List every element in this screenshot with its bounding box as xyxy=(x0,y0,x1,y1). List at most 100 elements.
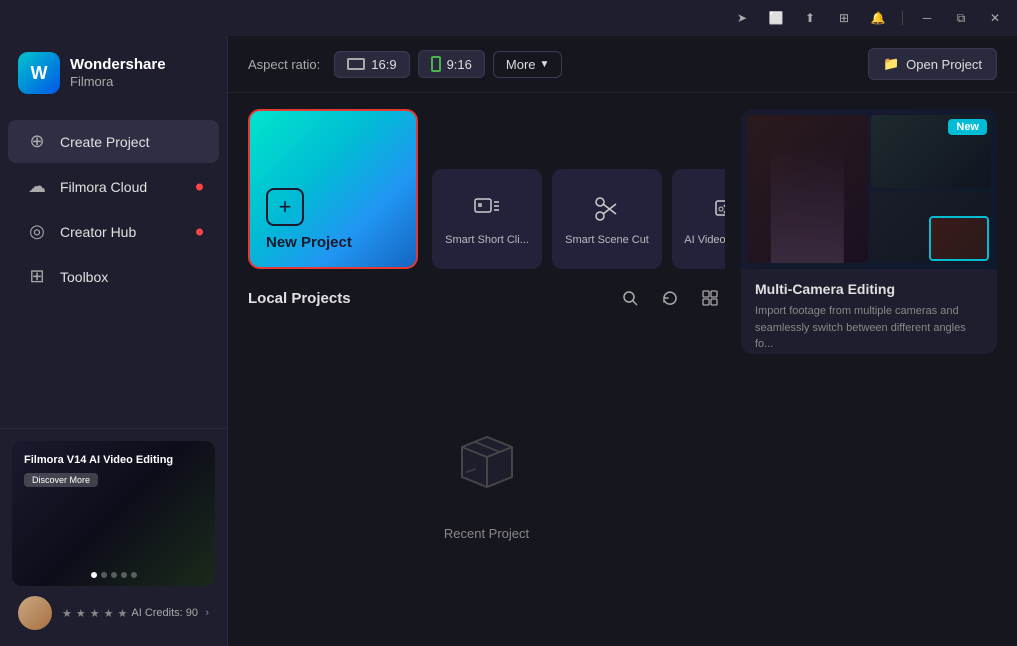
star-icon: ★ xyxy=(62,607,72,620)
cloud-upload-icon[interactable]: ⬆ xyxy=(796,4,824,32)
grid-icon[interactable]: ⊞ xyxy=(830,4,858,32)
ai-video-enhance-card[interactable]: AI Video Enhan... xyxy=(672,169,725,269)
sidebar: W Wondershare Filmora ⊕ Create Project ☁… xyxy=(0,36,228,646)
new-project-plus-icon: + xyxy=(266,188,304,226)
refresh-projects-button[interactable] xyxy=(655,283,685,313)
titlebar-separator xyxy=(902,11,903,25)
smart-short-clip-icon xyxy=(469,191,505,227)
smart-scene-cut-card[interactable]: Smart Scene Cut xyxy=(552,169,662,269)
creator-hub-icon: ◎ xyxy=(26,221,48,242)
sidebar-item-creator-hub[interactable]: ◎ Creator Hub xyxy=(8,210,219,253)
close-icon[interactable]: ✕ xyxy=(981,4,1009,32)
logo-sub: Filmora xyxy=(70,74,166,89)
sidebar-banner[interactable]: Filmora V14 AI Video Editing Discover Mo… xyxy=(12,441,215,586)
logo-icon: W xyxy=(18,52,60,94)
showcase-desc: Import footage from multiple cameras and… xyxy=(755,303,983,353)
content-area: + New Project xyxy=(228,93,1017,646)
empty-box-icon xyxy=(447,417,527,514)
cards-row: + New Project xyxy=(248,109,725,269)
showcase-title: Multi-Camera Editing xyxy=(755,281,983,297)
new-badge: New xyxy=(948,119,987,135)
feature-card-label: Smart Scene Cut xyxy=(565,233,649,247)
send-icon[interactable]: ➤ xyxy=(728,4,756,32)
view-toggle-button[interactable] xyxy=(695,283,725,313)
cloud-icon: ☁ xyxy=(26,176,48,197)
ratio-9-16-button[interactable]: 9:16 xyxy=(418,50,485,78)
star-icon: ★ xyxy=(118,607,128,620)
minimize-icon[interactable]: ─ xyxy=(913,4,941,32)
toolbox-icon: ⊞ xyxy=(26,266,48,287)
chevron-right-icon: › xyxy=(205,607,209,619)
main-toolbar: Aspect ratio: 16:9 9:16 More ▼ 📁 Open Pr… xyxy=(228,36,1017,93)
sidebar-bottom: Filmora V14 AI Video Editing Discover Mo… xyxy=(0,428,227,646)
local-projects-header: Local Projects xyxy=(248,283,725,313)
user-credits-row: ★ ★ ★ ★ ★ AI Credits: 90 › xyxy=(62,607,209,620)
banner-overlay: Filmora V14 AI Video Editing Discover Mo… xyxy=(24,453,203,488)
chevron-down-icon: ▼ xyxy=(540,59,550,70)
showcase-card: New Multi-Camera Editing xyxy=(741,109,997,354)
ai-credits-label: AI Credits: 90 xyxy=(131,607,198,619)
right-section: New Multi-Camera Editing xyxy=(741,109,997,630)
banner-title: Filmora V14 AI Video Editing xyxy=(24,453,203,467)
sidebar-item-label: Filmora Cloud xyxy=(60,179,147,195)
sidebar-item-create-project[interactable]: ⊕ Create Project xyxy=(8,120,219,163)
titlebar-system-icons: ➤ ⬜ ⬆ ⊞ 🔔 ─ ⧉ ✕ xyxy=(728,4,1009,32)
avatar xyxy=(18,596,52,630)
banner-discover-btn[interactable]: Discover More xyxy=(24,473,98,487)
more-label: More xyxy=(506,57,536,72)
smart-scene-cut-icon xyxy=(589,191,625,227)
logo-text: Wondershare Filmora xyxy=(70,57,166,89)
ratio-9-16-icon xyxy=(431,56,441,72)
smart-short-clip-card[interactable]: Smart Short Cli... xyxy=(432,169,542,269)
new-project-card[interactable]: + New Project xyxy=(248,109,418,269)
sidebar-item-label: Toolbox xyxy=(60,269,108,285)
ratio-16-9-button[interactable]: 16:9 xyxy=(334,51,409,78)
banner-dot xyxy=(131,572,137,578)
feature-cards-area: Smart Short Cli... xyxy=(432,109,725,269)
more-ratios-button[interactable]: More ▼ xyxy=(493,51,563,78)
empty-projects-label: Recent Project xyxy=(444,526,529,541)
create-project-icon: ⊕ xyxy=(26,131,48,152)
cam-cell-1 xyxy=(747,115,868,263)
sidebar-item-label: Create Project xyxy=(60,134,149,150)
sidebar-item-filmora-cloud[interactable]: ☁ Filmora Cloud xyxy=(8,165,219,208)
local-projects-actions xyxy=(615,283,725,313)
banner-dot xyxy=(91,572,97,578)
banner-dot xyxy=(111,572,117,578)
search-projects-button[interactable] xyxy=(615,283,645,313)
screen-icon[interactable]: ⬜ xyxy=(762,4,790,32)
new-project-label: New Project xyxy=(266,234,352,251)
showcase-image: New xyxy=(741,109,997,269)
bell-icon[interactable]: 🔔 xyxy=(864,4,892,32)
restore-icon[interactable]: ⧉ xyxy=(947,4,975,32)
open-project-button[interactable]: 📁 Open Project xyxy=(868,48,997,80)
folder-icon: 📁 xyxy=(883,56,899,72)
ratio-16-9-icon xyxy=(347,58,365,70)
sidebar-item-label: Creator Hub xyxy=(60,224,136,240)
feature-card-label: AI Video Enhan... xyxy=(684,233,725,247)
banner-dot xyxy=(121,572,127,578)
star-icon: ★ xyxy=(76,607,86,620)
sidebar-logo: W Wondershare Filmora xyxy=(0,36,227,110)
aspect-ratio-label: Aspect ratio: xyxy=(248,57,320,72)
open-project-label: Open Project xyxy=(906,57,982,72)
banner-dots xyxy=(91,572,137,578)
sidebar-item-toolbox[interactable]: ⊞ Toolbox xyxy=(8,255,219,298)
toolbar-right: 📁 Open Project xyxy=(868,48,997,80)
main-content: Aspect ratio: 16:9 9:16 More ▼ 📁 Open Pr… xyxy=(228,36,1017,646)
showcase-info: Multi-Camera Editing Import footage from… xyxy=(741,269,997,354)
app-body: W Wondershare Filmora ⊕ Create Project ☁… xyxy=(0,36,1017,646)
banner-dot xyxy=(101,572,107,578)
local-projects-title: Local Projects xyxy=(248,290,615,307)
sidebar-user: ★ ★ ★ ★ ★ AI Credits: 90 › xyxy=(12,586,215,634)
ratio-16-9-label: 16:9 xyxy=(371,57,396,72)
local-projects-section: Local Projects xyxy=(248,283,725,630)
left-section: + New Project xyxy=(248,109,725,630)
empty-projects: Recent Project xyxy=(248,327,725,630)
active-cam-overlay xyxy=(929,216,989,261)
notification-dot xyxy=(196,183,203,190)
ratio-9-16-label: 9:16 xyxy=(447,57,472,72)
titlebar: ➤ ⬜ ⬆ ⊞ 🔔 ─ ⧉ ✕ xyxy=(0,0,1017,36)
feature-cards-row: Smart Short Cli... xyxy=(432,169,725,269)
sidebar-nav: ⊕ Create Project ☁ Filmora Cloud ◎ Creat… xyxy=(0,110,227,428)
